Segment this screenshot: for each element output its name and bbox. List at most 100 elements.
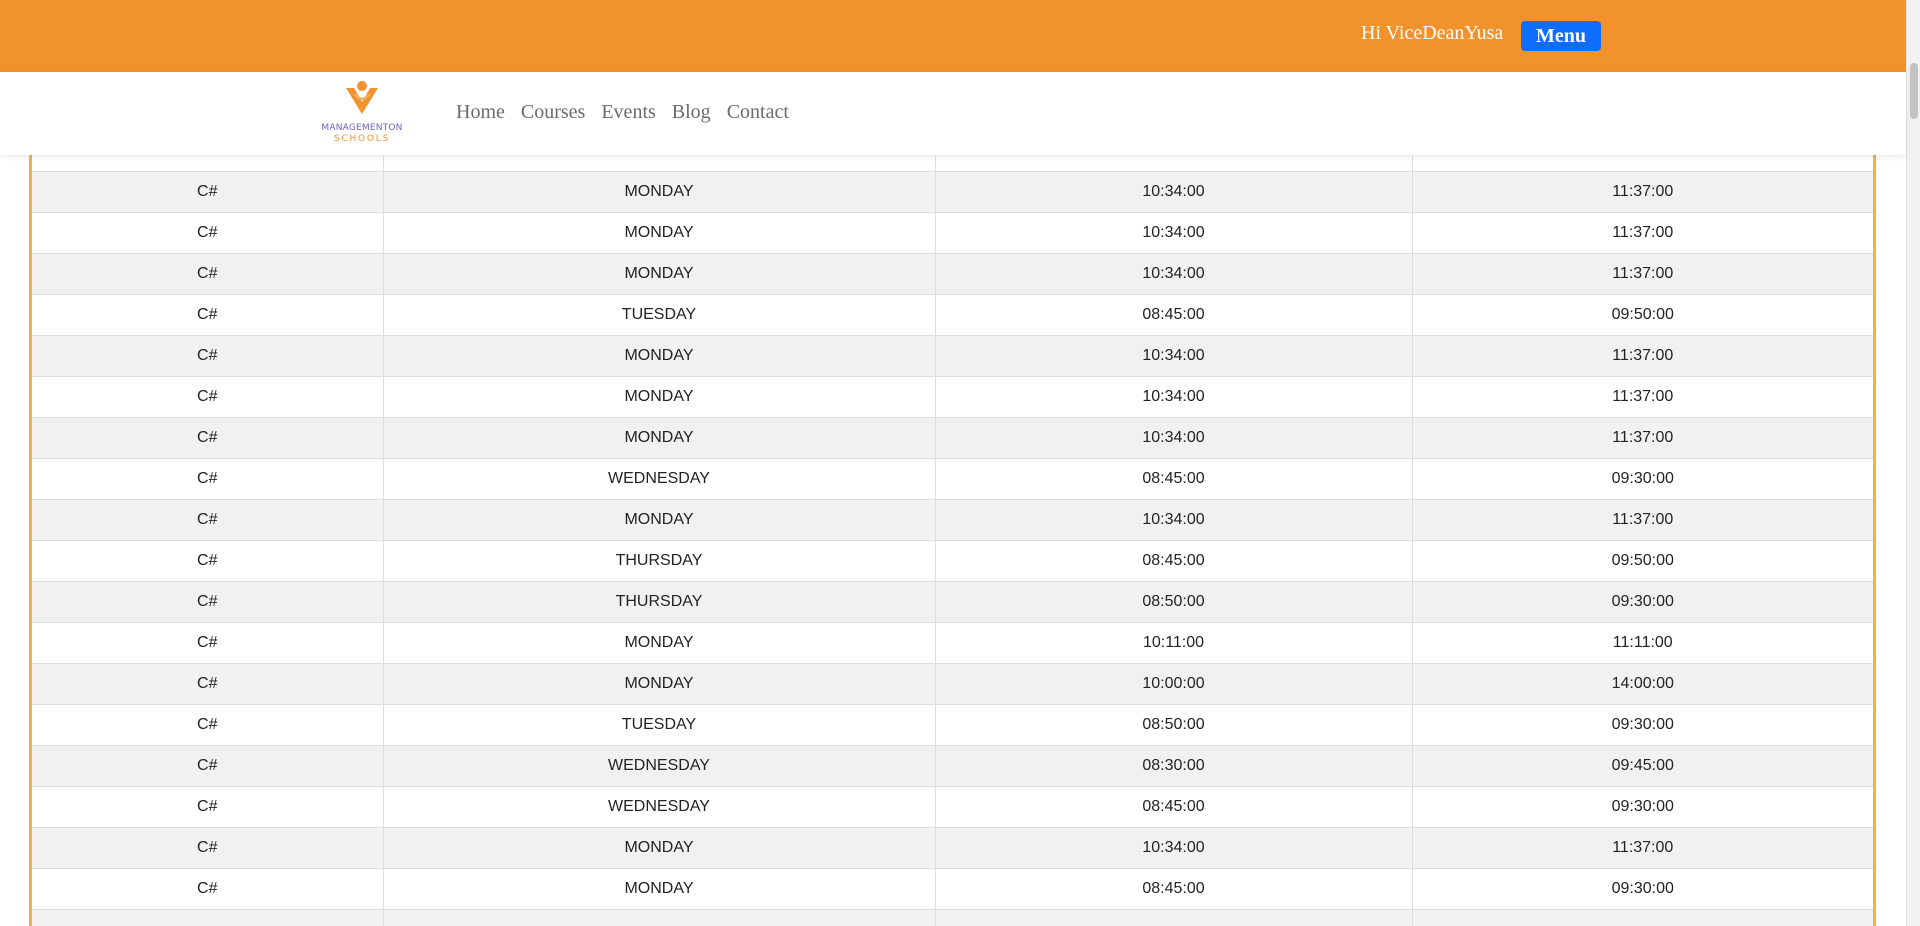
course-cell: C# <box>32 786 383 828</box>
day-cell: MONDAY <box>382 212 935 254</box>
day-cell: THURSDAY <box>382 581 935 623</box>
end-time-cell: 14:00:00 <box>1411 663 1873 705</box>
end-time-cell: 11:11:00 <box>1411 622 1873 664</box>
end-time-cell: 09:30:00 <box>1411 786 1873 828</box>
start-time-cell: 10:11:00 <box>934 622 1412 664</box>
start-time-cell: 10:34:00 <box>934 335 1412 377</box>
day-cell: TUESDAY <box>382 704 935 746</box>
day-cell: WEDNESDAY <box>382 786 935 828</box>
top-bar: Hi ViceDeanYusa Menu <box>0 0 1906 72</box>
start-time-cell: 08:50:00 <box>934 704 1412 746</box>
start-time-cell: 08:45:00 <box>934 155 1412 172</box>
end-time-cell: 09:30:00 <box>1411 704 1873 746</box>
menu-button[interactable]: Menu <box>1521 21 1601 51</box>
table-row: C# WEDNESDAY 08:45:00 09:30:00 <box>32 786 1873 828</box>
table-row: C# MONDAY 10:34:00 11:37:00 <box>32 335 1873 377</box>
day-cell: MONDAY <box>382 417 935 459</box>
end-time-cell: 11:37:00 <box>1411 827 1873 869</box>
end-time-cell: 09:30:00 <box>1411 581 1873 623</box>
course-cell: C# <box>32 294 383 336</box>
schedule-table: C#TUESDAY08:45:0009:30:00C#MONDAY10:34:0… <box>32 155 1873 926</box>
table-row: C# MONDAY 10:34:00 11:37:00 <box>32 212 1873 254</box>
course-cell: C# <box>32 417 383 459</box>
course-cell: C# <box>32 663 383 705</box>
day-cell: MONDAY <box>382 253 935 295</box>
table-row: C# TUESDAY 08:50:00 09:30:00 <box>32 704 1873 746</box>
course-cell: C# <box>32 622 383 664</box>
day-cell: TUESDAY <box>382 294 935 336</box>
start-time-cell: 08:45:00 <box>934 458 1412 500</box>
logo-text-primary: MANAGEMENTON <box>321 123 403 133</box>
nav-contact[interactable]: Contact <box>727 101 789 124</box>
day-cell: TUESDAY <box>382 155 935 172</box>
day-cell: MONDAY <box>382 376 935 418</box>
start-time-cell: 08:45:00 <box>934 786 1412 828</box>
course-cell: C# <box>32 335 383 377</box>
start-time-cell: 10:34:00 <box>934 827 1412 869</box>
day-cell: MONDAY <box>382 335 935 377</box>
end-time-cell: 09:30:00 <box>1411 155 1873 172</box>
logo-text-secondary: SCHOOLS <box>333 134 391 144</box>
day-cell: THURSDAY <box>382 540 935 582</box>
nav-links: Home Courses Events Blog Contact <box>456 101 789 124</box>
table-row: C# MONDAY 10:34:00 11:37:00 <box>32 253 1873 295</box>
course-cell: C# <box>32 155 383 172</box>
course-cell: C# <box>32 868 383 910</box>
day-cell: MONDAY <box>382 663 935 705</box>
course-cell <box>32 909 383 926</box>
end-time-cell: 09:30:00 <box>1411 458 1873 500</box>
table-row: C# MONDAY 10:34:00 11:37:00 <box>32 376 1873 418</box>
start-time-cell <box>934 909 1412 926</box>
course-cell: C# <box>32 253 383 295</box>
nav-home[interactable]: Home <box>456 101 505 124</box>
start-time-cell: 08:50:00 <box>934 581 1412 623</box>
start-time-cell: 10:00:00 <box>934 663 1412 705</box>
end-time-cell: 11:37:00 <box>1411 335 1873 377</box>
table-row: C# WEDNESDAY 08:45:00 09:30:00 <box>32 458 1873 500</box>
course-cell: C# <box>32 581 383 623</box>
start-time-cell: 10:34:00 <box>934 417 1412 459</box>
day-cell: MONDAY <box>382 499 935 541</box>
course-cell: C# <box>32 827 383 869</box>
start-time-cell: 10:34:00 <box>934 253 1412 295</box>
table-row: C# MONDAY 08:45:00 09:30:00 <box>32 868 1873 910</box>
table-row <box>32 909 1873 926</box>
day-cell <box>382 909 935 926</box>
school-logo[interactable]: MANAGEMENTON SCHOOLS <box>308 80 416 146</box>
table-row: C# MONDAY 10:00:00 14:00:00 <box>32 663 1873 705</box>
table-row: C# TUESDAY 08:45:00 09:50:00 <box>32 294 1873 336</box>
vertical-scrollbar[interactable] <box>1906 0 1920 926</box>
end-time-cell <box>1411 909 1873 926</box>
course-cell: C# <box>32 458 383 500</box>
course-cell: C# <box>32 499 383 541</box>
table-row: C# THURSDAY 08:50:00 09:30:00 <box>32 581 1873 623</box>
day-cell: MONDAY <box>382 827 935 869</box>
nav-courses[interactable]: Courses <box>521 101 585 124</box>
day-cell: WEDNESDAY <box>382 745 935 787</box>
end-time-cell: 11:37:00 <box>1411 417 1873 459</box>
table-row: C# MONDAY 10:34:00 11:37:00 <box>32 171 1873 213</box>
course-cell: C# <box>32 704 383 746</box>
day-cell: MONDAY <box>382 622 935 664</box>
end-time-cell: 09:50:00 <box>1411 540 1873 582</box>
start-time-cell: 10:34:00 <box>934 499 1412 541</box>
day-cell: WEDNESDAY <box>382 458 935 500</box>
logo-mark-icon <box>346 81 378 114</box>
end-time-cell: 09:45:00 <box>1411 745 1873 787</box>
day-cell: MONDAY <box>382 171 935 213</box>
end-time-cell: 11:37:00 <box>1411 171 1873 213</box>
course-cell: C# <box>32 745 383 787</box>
start-time-cell: 08:45:00 <box>934 540 1412 582</box>
scrollbar-thumb[interactable] <box>1910 63 1918 119</box>
table-row: C# THURSDAY 08:45:00 09:50:00 <box>32 540 1873 582</box>
course-cell: C# <box>32 212 383 254</box>
table-row: C# MONDAY 10:34:00 11:37:00 <box>32 499 1873 541</box>
day-cell: MONDAY <box>382 868 935 910</box>
start-time-cell: 08:45:00 <box>934 868 1412 910</box>
course-cell: C# <box>32 376 383 418</box>
course-cell: C# <box>32 171 383 213</box>
end-time-cell: 11:37:00 <box>1411 212 1873 254</box>
nav-blog[interactable]: Blog <box>672 101 711 124</box>
nav-events[interactable]: Events <box>601 101 655 124</box>
schedule-table-body: C#TUESDAY08:45:0009:30:00C#MONDAY10:34:0… <box>32 155 1873 926</box>
